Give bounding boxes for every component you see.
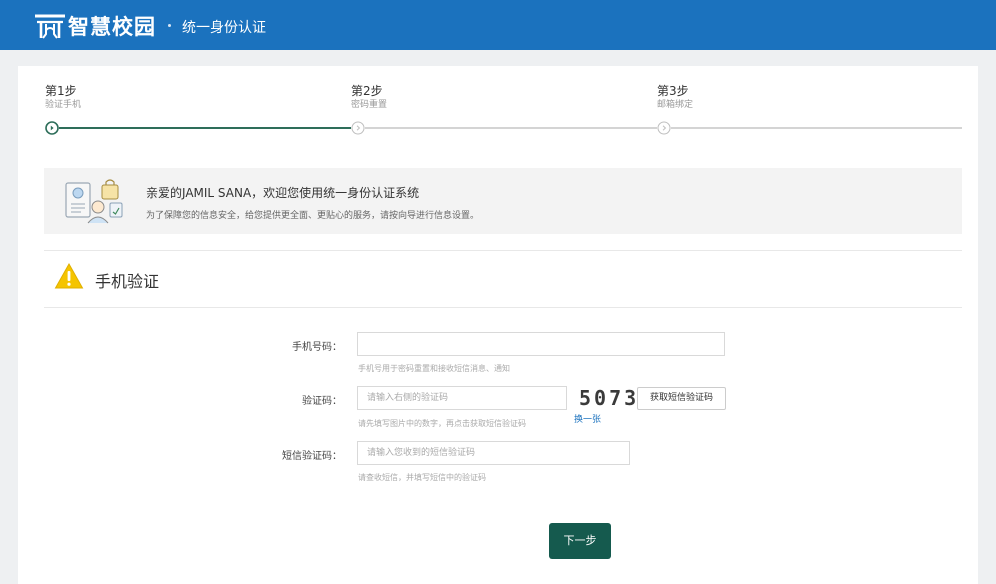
captcha-refresh-link[interactable]: 换一张 <box>574 412 601 425</box>
top-header: 智慧校园 统一身份认证 <box>0 0 996 50</box>
sms-code-hint: 请查收短信，并填写短信中的验证码 <box>358 473 486 482</box>
divider-bottom <box>44 307 962 308</box>
step-3-marker-icon <box>657 121 671 135</box>
step-1-title: 第1步 <box>45 84 77 98</box>
step-2: 第2步 密码重置 <box>351 84 387 112</box>
step-2-title: 第2步 <box>351 84 383 98</box>
step-3-title: 第3步 <box>657 84 689 98</box>
phone-input[interactable] <box>357 332 725 356</box>
captcha-input[interactable]: 请输入右侧的验证码 <box>357 386 567 410</box>
phone-hint: 手机号用于密码重置和接收短信消息、通知 <box>358 364 510 373</box>
header-subtitle: 统一身份认证 <box>182 20 266 36</box>
welcome-title: 亲爱的JAMIL SANA，欢迎您使用统一身份认证系统 <box>146 186 420 200</box>
step-1-marker-icon <box>45 121 59 135</box>
warning-triangle-icon <box>54 262 84 289</box>
step-3: 第3步 邮箱绑定 <box>657 84 693 112</box>
divider-top <box>44 250 962 251</box>
get-sms-code-button[interactable]: 获取短信验证码 <box>637 387 726 410</box>
section-title: 手机验证 <box>95 272 160 291</box>
step-3-desc: 邮箱绑定 <box>657 100 694 110</box>
progress-line-done <box>52 127 358 129</box>
step-1-desc: 验证手机 <box>45 100 82 110</box>
step-1: 第1步 验证手机 <box>45 84 81 112</box>
captcha-label: 验证码： <box>302 396 342 407</box>
next-step-button[interactable]: 下一步 <box>549 523 611 559</box>
captcha-hint: 请先填写图片中的数字，再点击获取短信验证码 <box>358 419 526 428</box>
sms-code-label: 短信验证码： <box>282 451 342 462</box>
user-security-illustration-icon <box>65 179 123 224</box>
main-card <box>18 66 978 584</box>
header-separator <box>168 24 171 27</box>
welcome-desc: 为了保障您的信息安全，给您提供更全面、更贴心的服务，请按向导进行信息设置。 <box>146 211 480 221</box>
captcha-image[interactable]: 5073 <box>579 386 639 410</box>
phone-label: 手机号码： <box>292 342 342 353</box>
app-title: 智慧校园 <box>68 15 156 39</box>
welcome-panel: 亲爱的JAMIL SANA，欢迎您使用统一身份认证系统 为了保障您的信息安全，给… <box>44 168 962 234</box>
sms-code-input[interactable]: 请输入您收到的短信验证码 <box>357 441 630 465</box>
step-2-marker-icon <box>351 121 365 135</box>
school-gate-icon <box>35 14 65 39</box>
step-2-desc: 密码重置 <box>351 100 388 110</box>
